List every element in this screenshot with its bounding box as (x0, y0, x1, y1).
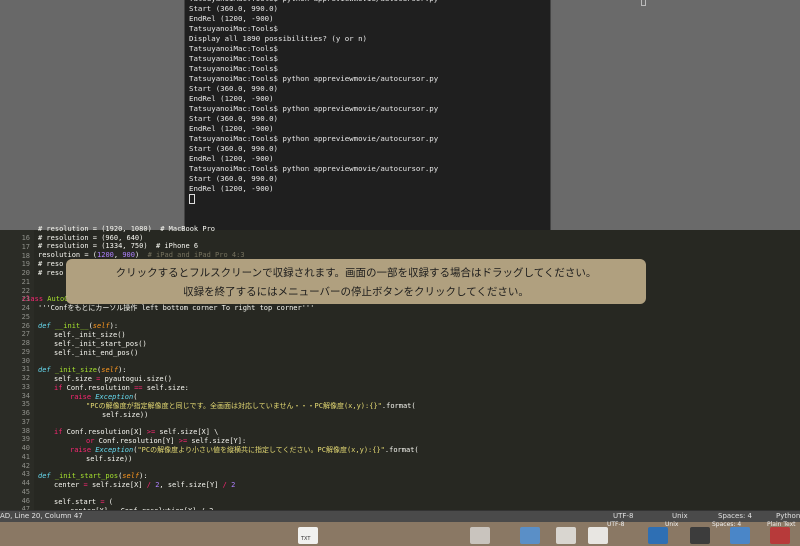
dock-app-icon-1[interactable] (470, 527, 490, 544)
dock-app-icon-3[interactable] (556, 527, 576, 544)
line-number: 38 (21, 426, 30, 435)
line-number: 31 (21, 365, 30, 374)
background-window-right (553, 0, 800, 230)
line-number-gutter: 16 17 18 19 20 21 22 23 24 25 26 27 28 29 30 31 32 33 34 35… (0, 230, 34, 513)
encoding-status[interactable]: UTF-8 (613, 512, 633, 520)
code-line-46: self.start = ( (54, 498, 114, 506)
dock-app-icon-4[interactable] (588, 527, 608, 544)
line-endings-status[interactable]: Unix (672, 512, 688, 520)
code-line-39: or Conf.resolution[Y] >= self.size[Y]: (86, 437, 247, 445)
line-number: 43 (21, 470, 30, 479)
code-line-20: # reso (38, 269, 64, 277)
code-line-29: self._init_end_pos() (54, 349, 139, 357)
line-number: 17 (21, 242, 30, 251)
terminal-line: Start (360.0, 990.0) (189, 4, 278, 13)
terminal-cursor-icon (189, 194, 195, 204)
line-number: 16 (21, 234, 30, 242)
code-line-38: if Conf.resolution[X] >= self.size[X] \ (54, 428, 219, 436)
code-line-26: def __init__(self): (38, 322, 119, 330)
line-number: 20 (21, 269, 30, 277)
banner-line-2: 収録を終了するにはメニューバーの停止ボタンをクリックしてください。 (183, 286, 529, 298)
line-number: 45 (21, 487, 30, 496)
code-line-40: raise Exception("PCの解像度より小さい値を縦横共に指定してくだ… (70, 446, 419, 454)
dock-app-icon-5[interactable] (648, 527, 668, 544)
code-line-28: self._init_start_pos() (54, 340, 147, 348)
dock-app-icon-2[interactable] (520, 527, 540, 544)
line-number: 42 (21, 461, 30, 470)
code-line-32: self.size = pyautogui.size() (54, 375, 173, 383)
code-line-17: # resolution = (1334, 750) # iPhone 6 (38, 242, 199, 250)
terminal-cursor-line (189, 194, 438, 204)
line-number: 32 (21, 374, 30, 382)
terminal-line: Start (360.0, 990.0) (189, 114, 278, 123)
terminal-line: EndRel (1200, -900) (189, 94, 274, 103)
line-number: 37 (21, 417, 30, 426)
line-number: 33 (21, 382, 30, 391)
recording-instruction-banner[interactable]: クリックするとフルスクリーンで収録されます。画面の一部を収録する場合はドラッグし… (66, 259, 646, 304)
line-number: 24 (21, 304, 30, 312)
terminal-line: TatsuyanoiMac:Tools$ python appreviewmov… (189, 164, 439, 173)
line-number: 41 (21, 452, 30, 461)
line-number: 19 (21, 260, 30, 269)
terminal-line: TatsuyanoiMac:Tools$ python appreviewmov… (189, 104, 439, 113)
code-line-43: def _init_start_pos(self): (38, 472, 148, 480)
line-number: 18 (21, 251, 30, 260)
line-number: 30 (21, 356, 30, 365)
terminal-line: Display all 1890 possibilities? (y or n) (189, 34, 367, 43)
code-line-24: '''Confをもとにカーソル操作 left bottom corner To … (38, 304, 315, 312)
code-line-41: self.size)) (86, 455, 133, 463)
code-line-15: # resolution = (1920, 1080) # MacBook Pr… (38, 225, 216, 233)
background-window-left (0, 0, 184, 230)
terminal-line: Start (360.0, 990.0) (189, 174, 278, 183)
terminal-line: TatsuyanoiMac:Tools$ (189, 24, 278, 33)
code-line-19: # reso (38, 260, 64, 268)
code-line-44: center = self.size[X] / 2, self.size[Y] … (54, 481, 236, 489)
line-number: 28 (21, 339, 30, 347)
dock-app-icon-7[interactable] (730, 527, 750, 544)
terminal-line: TatsuyanoiMac:Tools$ (189, 54, 278, 63)
ghost-encoding-text: UTF-8 (607, 521, 625, 528)
code-line-35: "PCの解像度が指定解像度と同じです。全画面は対応していません・・・PC解像度(… (86, 402, 416, 410)
code-line-36: self.size)) (102, 411, 149, 419)
terminal-line: TatsuyanoiMac:Tools$ python appreviewmov… (189, 74, 439, 83)
line-number: 29 (21, 347, 30, 356)
terminal-line: Start (360.0, 990.0) (189, 144, 278, 153)
text-caret-icon (641, 0, 646, 6)
terminal-line: EndRel (1200, -900) (189, 184, 274, 193)
terminal-line: TatsuyanoiMac:Tools$ (189, 64, 278, 73)
terminal-line: TatsuyanoiMac:Tools$ (189, 44, 278, 53)
dock-app-icon-6[interactable] (690, 527, 710, 544)
line-number: 35 (21, 400, 30, 409)
line-number: 34 (21, 391, 30, 400)
line-number: 21 (21, 277, 30, 286)
line-number: 26 (21, 321, 30, 330)
terminal-line: TatsuyanoiMac:Tools$ python appreviewmov… (189, 134, 439, 143)
dock-app-icon-8[interactable] (770, 527, 790, 544)
terminal-line: Start (360.0, 990.0) (189, 84, 278, 93)
indentation-status[interactable]: Spaces: 4 (718, 512, 752, 520)
terminal-output: TatsuyanoiMac:Tools$ python appreviewmov… (189, 0, 438, 204)
terminal-line: EndRel (1200, -900) (189, 124, 274, 133)
code-line-27: self._init_size() (54, 331, 126, 339)
syntax-status[interactable]: Python (776, 512, 800, 520)
line-number: 39 (21, 435, 30, 444)
terminal-window[interactable]: TatsuyanoiMac:Tools$ python appreviewmov… (184, 0, 551, 230)
terminal-line: EndRel (1200, -900) (189, 154, 274, 163)
line-number: 27 (21, 330, 30, 339)
code-line-34: raise Exception( (70, 393, 138, 401)
line-number: 40 (21, 444, 30, 452)
status-bar: AD, Line 20, Column 47 UTF-8 Unix Spaces… (0, 510, 800, 522)
terminal-line: EndRel (1200, -900) (189, 14, 274, 23)
banner-line-1: クリックするとフルスクリーンで収録されます。画面の一部を収録する場合はドラッグし… (115, 267, 597, 279)
txt-file-icon[interactable]: TXT (298, 527, 318, 544)
line-number: 25 (21, 312, 30, 321)
cursor-position-status: AD, Line 20, Column 47 (0, 512, 83, 520)
code-line-33: if Conf.resolution == self.size: (54, 384, 189, 392)
dock: UTF-8 Unix Spaces: 4 Plain Text TXT (0, 521, 800, 546)
line-number: 46 (21, 496, 30, 505)
code-line-23: class AutoC (22, 295, 69, 303)
code-line-31: def _init_size(self): (38, 366, 127, 374)
line-number: 36 (21, 409, 30, 417)
line-number: 44 (21, 479, 30, 487)
